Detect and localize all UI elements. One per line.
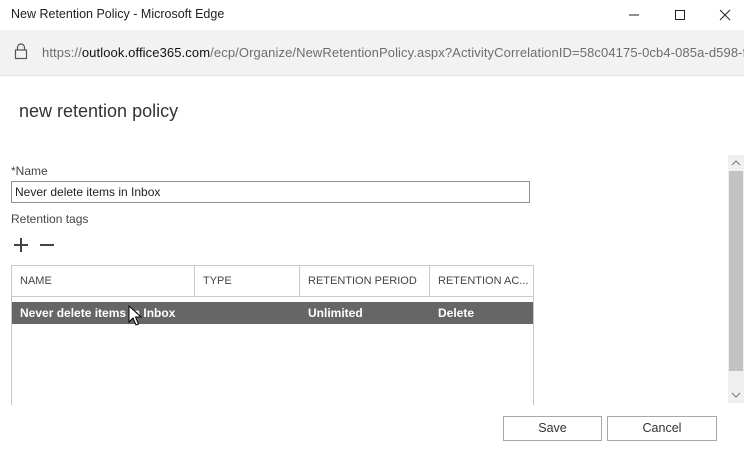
minimize-icon bbox=[629, 14, 639, 16]
maximize-button[interactable] bbox=[657, 0, 703, 30]
url-path: /ecp/Organize/NewRetentionPolicy.aspx?Ac… bbox=[210, 45, 744, 60]
save-button[interactable]: Save bbox=[503, 416, 602, 441]
remove-tag-button[interactable] bbox=[37, 235, 57, 255]
column-header-retention-period[interactable]: RETENTION PERIOD bbox=[300, 266, 430, 296]
add-tag-button[interactable] bbox=[11, 235, 31, 255]
column-header-retention-action[interactable]: RETENTION AC... bbox=[430, 266, 533, 296]
scrollbar-thumb[interactable] bbox=[729, 171, 743, 371]
close-window-button[interactable] bbox=[702, 0, 744, 30]
maximize-icon bbox=[675, 10, 685, 20]
grid-header: NAME TYPE RETENTION PERIOD RETENTION AC.… bbox=[12, 266, 533, 297]
mouse-cursor-icon bbox=[128, 304, 143, 332]
chevron-down-icon bbox=[731, 392, 741, 398]
window-title: New Retention Policy - Microsoft Edge bbox=[11, 7, 225, 21]
column-header-type[interactable]: TYPE bbox=[195, 266, 300, 296]
name-label: *Name bbox=[11, 164, 48, 178]
plus-icon bbox=[14, 238, 28, 252]
retention-tags-label: Retention tags bbox=[11, 212, 89, 226]
minus-icon bbox=[40, 244, 54, 246]
retention-tags-grid: NAME TYPE RETENTION PERIOD RETENTION AC.… bbox=[11, 265, 534, 405]
page-content: new retention policy *Name Retention tag… bbox=[0, 77, 744, 474]
cell-type bbox=[195, 302, 203, 324]
lock-icon bbox=[14, 43, 28, 65]
cell-retention-action: Delete bbox=[438, 306, 475, 320]
cell-retention-period: Unlimited bbox=[308, 306, 363, 320]
url-host: outlook.office365.com bbox=[81, 45, 211, 60]
scroll-up-button[interactable] bbox=[728, 155, 744, 171]
page-title: new retention policy bbox=[19, 101, 179, 121]
chevron-up-icon bbox=[731, 160, 741, 166]
window-titlebar: New Retention Policy - Microsoft Edge bbox=[0, 0, 744, 30]
cell-name: Never delete items in Inbox bbox=[20, 306, 176, 320]
address-bar[interactable]: https://outlook.office365.com/ecp/Organi… bbox=[0, 30, 744, 76]
table-row[interactable]: Never delete items in Inbox Unlimited De… bbox=[12, 302, 533, 324]
scroll-down-button[interactable] bbox=[728, 387, 744, 403]
vertical-scrollbar[interactable] bbox=[728, 155, 744, 403]
column-header-name[interactable]: NAME bbox=[12, 266, 195, 296]
minimize-button[interactable] bbox=[611, 0, 657, 30]
url-prefix: https:// bbox=[42, 45, 82, 60]
url-text[interactable]: https://outlook.office365.com/ecp/Organi… bbox=[42, 45, 744, 60]
close-icon bbox=[719, 9, 731, 21]
name-field[interactable] bbox=[11, 181, 530, 203]
cancel-button[interactable]: Cancel bbox=[607, 416, 717, 441]
